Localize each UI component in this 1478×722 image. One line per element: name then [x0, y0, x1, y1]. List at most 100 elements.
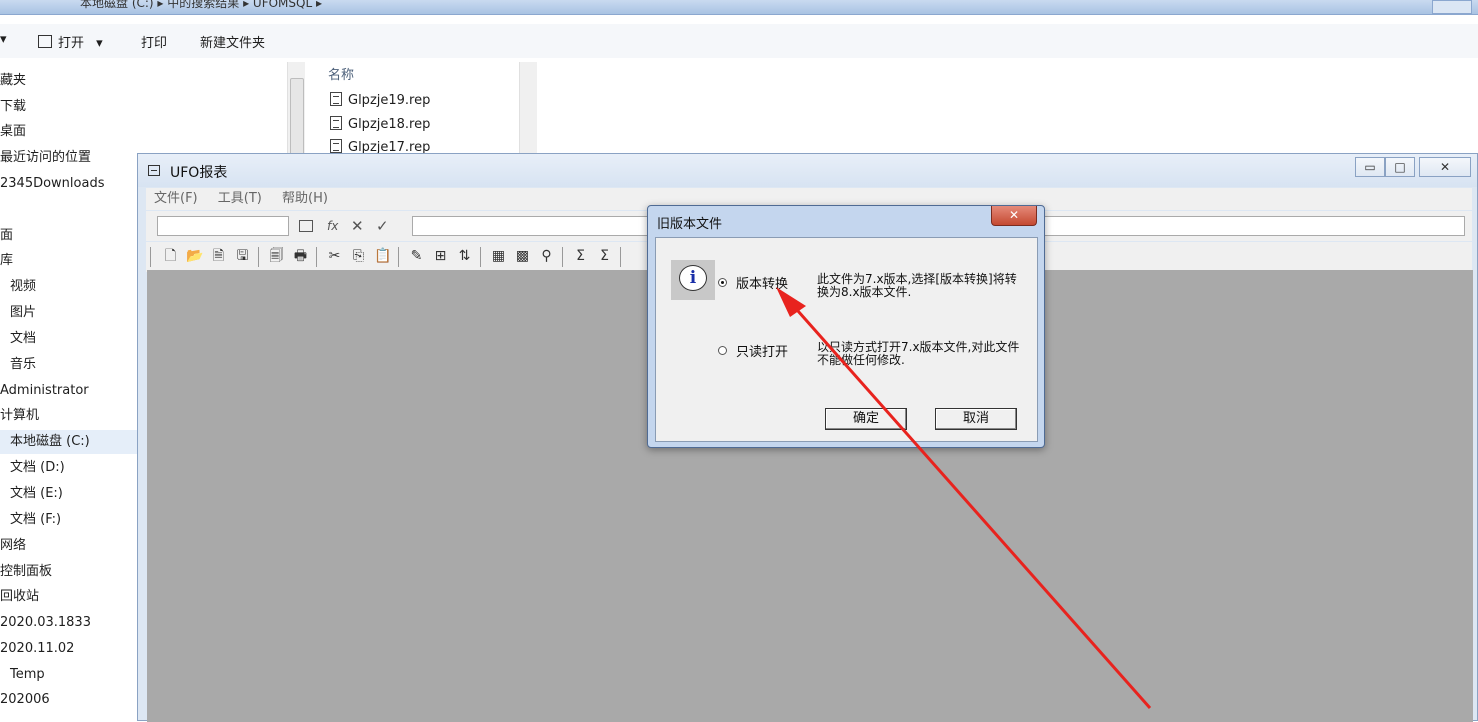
breadcrumb[interactable]: 本地磁盘 (C:) ▸ 中的搜索结果 ▸ UFOMSQL ▸: [80, 0, 322, 11]
toolbar-separator: [316, 247, 317, 267]
ok-button[interactable]: 确定: [825, 408, 907, 430]
sidebar-item[interactable]: Temp: [0, 663, 45, 687]
radio-label: 只读打开: [736, 345, 789, 360]
radio-read-only[interactable]: 只读打开: [718, 341, 788, 360]
sidebar-item-label: 文档 (F:): [10, 512, 62, 527]
explorer-toolbar: ▾ 打开 ▾ 打印 新建文件夹: [0, 24, 1478, 58]
column-sum-icon[interactable]: Σ: [596, 248, 613, 265]
toolbar-separator: [258, 247, 259, 267]
sidebar-item[interactable]: 回收站: [0, 585, 39, 609]
open-label: 打开: [58, 36, 85, 51]
file-name: Glpzje18.rep: [348, 117, 431, 132]
copy-icon[interactable]: ⎘: [350, 248, 367, 265]
sidebar-item[interactable]: 图片: [0, 301, 36, 325]
accept-edit-icon[interactable]: ✓: [376, 217, 389, 235]
sidebar-item-label: 藏夹: [0, 73, 27, 88]
document-icon[interactable]: 🗎: [210, 248, 227, 265]
info-icon: i: [671, 260, 715, 300]
sidebar-item[interactable]: 下载: [0, 95, 26, 119]
organize-dropdown-arrow[interactable]: ▾: [0, 32, 7, 47]
sidebar-item[interactable]: 面: [0, 224, 13, 248]
sidebar-item-label: 音乐: [10, 357, 37, 372]
sidebar-item[interactable]: 视频: [0, 275, 36, 299]
print-button[interactable]: 打印: [141, 32, 167, 51]
list-item[interactable]: Glpzje19.rep: [330, 90, 430, 112]
sidebar-item[interactable]: 桌面: [0, 120, 26, 144]
print-icon[interactable]: 🖶: [292, 248, 309, 265]
sidebar-item-label: 视频: [10, 279, 37, 294]
grid-icon[interactable]: ▩: [514, 248, 531, 265]
sidebar-item[interactable]: 库: [0, 249, 13, 273]
new-file-icon[interactable]: 🗋: [162, 248, 179, 265]
sidebar-item-label: 本地磁盘 (C:): [10, 434, 90, 449]
sidebar-item[interactable]: 202006: [0, 688, 50, 712]
report-file-icon: [330, 116, 342, 130]
calculator-icon[interactable]: [299, 220, 313, 232]
dialog-title: 旧版本文件: [657, 217, 723, 232]
column-header-name[interactable]: 名称: [328, 64, 354, 83]
sidebar-item-label: 最近访问的位置: [0, 150, 92, 165]
open-button[interactable]: 打开 ▾: [38, 32, 103, 51]
sum-icon[interactable]: Σ: [572, 248, 589, 265]
sidebar-item[interactable]: 计算机: [0, 404, 39, 428]
menu-help[interactable]: 帮助(H): [282, 188, 328, 210]
cancel-button[interactable]: 取消: [935, 408, 1017, 430]
sidebar-item[interactable]: 藏夹: [0, 69, 26, 93]
binoculars-icon[interactable]: ⚲: [538, 248, 555, 265]
file-name: Glpzje19.rep: [348, 93, 431, 108]
sidebar-item-label: 面: [0, 228, 14, 243]
menu-tools[interactable]: 工具(T): [218, 188, 262, 210]
menu-file[interactable]: 文件(F): [154, 188, 198, 210]
open-dropdown-arrow[interactable]: ▾: [96, 36, 103, 51]
sidebar-item[interactable]: 文档 (F:): [0, 508, 61, 532]
sidebar-item-label: 202006: [0, 692, 50, 707]
sidebar-item[interactable]: 文档 (E:): [0, 482, 63, 506]
sidebar-item[interactable]: 2020.03.1833: [0, 611, 91, 635]
sort-icon[interactable]: ⇅: [456, 248, 473, 265]
minimize-button[interactable]: ▭: [1355, 157, 1385, 177]
format-painter-icon[interactable]: ✎: [408, 248, 425, 265]
open-folder-icon[interactable]: 📂: [186, 248, 203, 265]
cut-icon[interactable]: ✂: [326, 248, 343, 265]
refresh-button[interactable]: [1432, 0, 1472, 14]
toolbar-separator: [480, 247, 481, 267]
cell-address-input[interactable]: [157, 216, 289, 236]
sidebar-item[interactable]: Administrator: [0, 379, 89, 403]
file-list-scrollbar[interactable]: [519, 62, 537, 162]
sidebar-item[interactable]: 网络: [0, 534, 26, 558]
list-item[interactable]: Glpzje18.rep: [330, 114, 430, 136]
sidebar-item[interactable]: 本地磁盘 (C:): [0, 430, 138, 454]
table-icon[interactable]: ▦: [490, 248, 507, 265]
sidebar-item-label: 2020.03.1833: [0, 615, 91, 630]
close-button[interactable]: ✕: [1419, 157, 1471, 177]
new-folder-button[interactable]: 新建文件夹: [200, 32, 265, 51]
report-file-icon: [330, 139, 342, 153]
sidebar-item-label: Temp: [10, 667, 45, 682]
insert-icon[interactable]: ⊞: [432, 248, 449, 265]
option-description: 此文件为7.x版本,选择[版本转换]将转换为8.x版本文件.: [817, 272, 1017, 299]
maximize-button[interactable]: □: [1385, 157, 1415, 177]
toolbar-separator: [562, 247, 563, 267]
fx-icon[interactable]: fx: [327, 219, 338, 233]
cancel-edit-icon[interactable]: ✕: [351, 217, 364, 235]
radio-dot[interactable]: [718, 346, 727, 355]
sidebar-item[interactable]: 文档 (D:): [0, 456, 65, 480]
sidebar-item-label: 2020.11.02: [0, 641, 75, 656]
sidebar-item-label: 库: [0, 253, 14, 268]
save-icon[interactable]: 🖫: [234, 248, 251, 265]
paste-icon[interactable]: 📋: [374, 248, 391, 265]
sidebar-item[interactable]: 最近访问的位置: [0, 146, 91, 170]
file-list: 名称 Glpzje19.rep Glpzje18.rep Glpzje17.re…: [310, 62, 540, 162]
sidebar-item[interactable]: 控制面板: [0, 560, 52, 584]
sidebar-item[interactable]: 2020.11.02: [0, 637, 74, 661]
sidebar-item[interactable]: 音乐: [0, 353, 36, 377]
dialog-close-button[interactable]: ✕: [991, 206, 1037, 226]
radio-version-convert[interactable]: 版本转换: [718, 273, 788, 292]
sidebar-item[interactable]: 文档: [0, 327, 36, 351]
address-bar[interactable]: 本地磁盘 (C:) ▸ 中的搜索结果 ▸ UFOMSQL ▸: [0, 0, 1478, 15]
radio-dot-selected[interactable]: [718, 278, 727, 287]
ufo-title-bar[interactable]: UFO报表 ▭ □ ✕: [138, 154, 1477, 187]
sidebar-item[interactable]: 2345Downloads: [0, 172, 104, 196]
sidebar-item-label: 桌面: [0, 124, 27, 139]
print-preview-icon[interactable]: 🗐: [268, 248, 285, 265]
